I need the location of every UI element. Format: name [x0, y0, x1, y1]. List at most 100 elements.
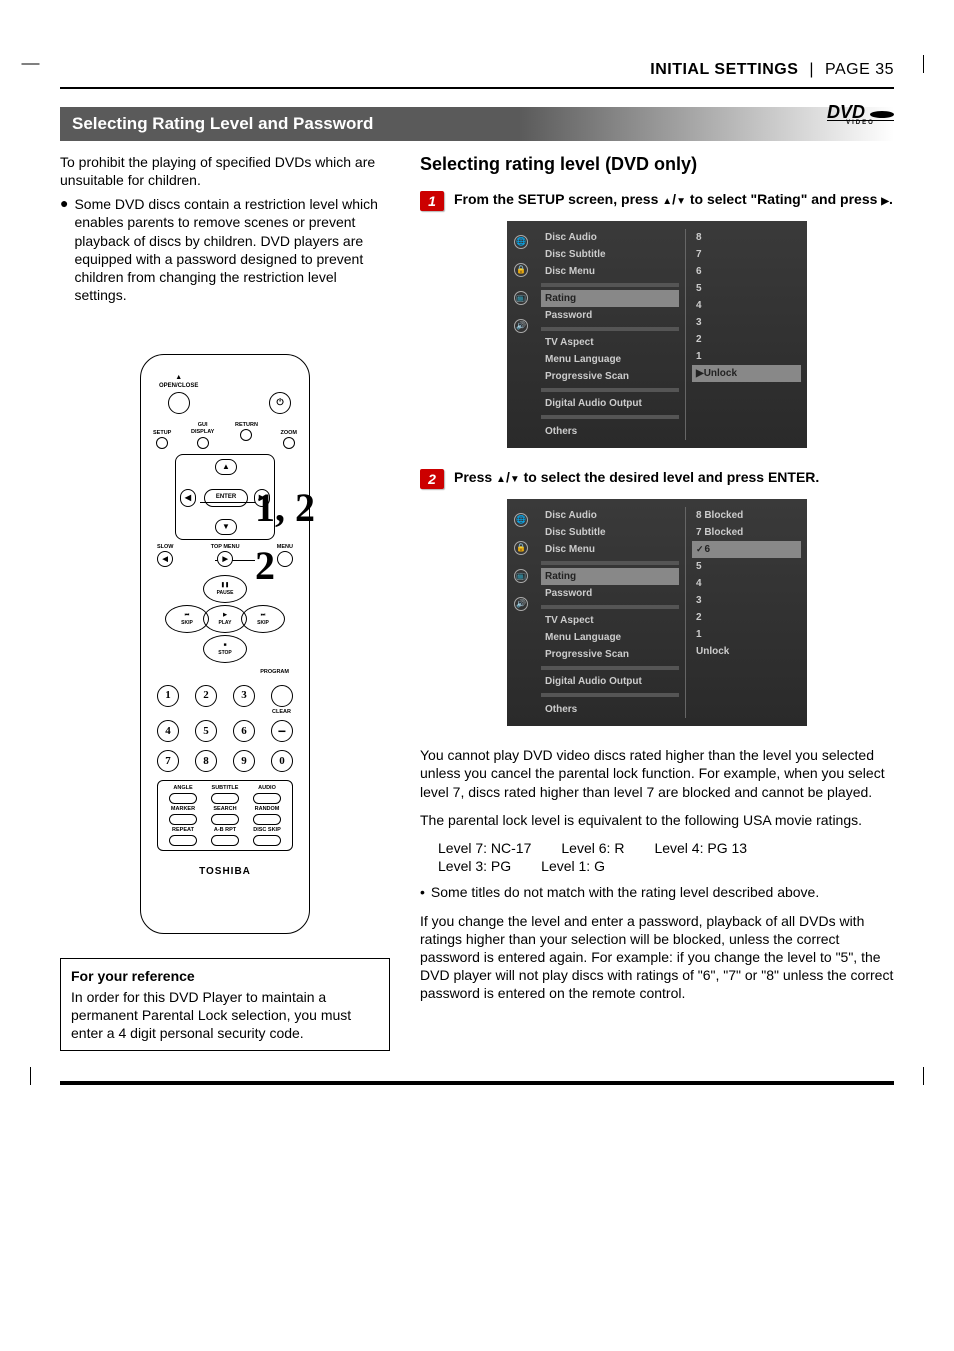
remote-zoom-button [283, 437, 295, 449]
bullet-dot-icon: ● [60, 195, 68, 304]
menu-label: Digital Audio Output [541, 673, 679, 690]
menu-icon-speaker: 🔊 [514, 597, 528, 611]
remote-random-label: RANDOM [255, 806, 280, 813]
remote-subtitle-label: SUBTITLE [212, 785, 239, 792]
title-text: Selecting Rating Level and Password [72, 114, 373, 133]
menu-value: 1 [692, 348, 801, 365]
remote-right-button: ▶ [254, 489, 270, 507]
remote-return-button [240, 429, 252, 441]
menu-value: 5 [692, 280, 801, 297]
menu-value: 3 [692, 314, 801, 331]
menu-value: 4 [692, 575, 801, 592]
title-bar: Selecting Rating Level and Password DVD … [60, 107, 894, 141]
remote-num-5: 5 [195, 720, 217, 742]
up-arrow-icon [662, 191, 672, 207]
remote-zoom-label: ZOOM [281, 430, 298, 437]
remote-discskip-button [253, 835, 281, 846]
menu-label: Rating [541, 568, 679, 585]
remote-brand: TOSHIBA [151, 865, 299, 878]
menu-value: 6 [692, 263, 801, 280]
menu-value: 6 [692, 541, 801, 558]
remote-marker-label: MARKER [171, 806, 195, 813]
remote-num-1: 1 [157, 685, 179, 707]
remote-gui-display-label: GUI DISPLAY [191, 422, 214, 436]
remote-transport-cluster: ❚❚PAUSE ⏮SKIP ▶PLAY ⏭SKIP ■STOP [165, 575, 285, 665]
remote-discskip-label: DISC SKIP [253, 827, 281, 834]
remote-return-label: RETURN [235, 422, 258, 429]
menu-label: Password [541, 585, 679, 602]
intro-bullet: ● Some DVD discs contain a restriction l… [60, 195, 390, 304]
menu-icon-tv: 📺 [514, 569, 528, 583]
remote-audio-button [253, 793, 281, 804]
remote-numpad: 1 2 3 CLEAR 4 5 6 − 7 [157, 685, 293, 772]
remote-num-2: 2 [195, 685, 217, 707]
reference-title: For your reference [71, 967, 379, 985]
ratings-row-2: Level 3: PG Level 1: G [420, 857, 894, 875]
remote-slow-button: ◀ [157, 551, 173, 567]
remote-num-8: 8 [195, 750, 217, 772]
up-arrow-icon [496, 469, 506, 485]
remote-num-9: 9 [233, 750, 255, 772]
menu-icon-lock: 🔒 [514, 263, 528, 277]
remote-dpad: ▲ ▼ ◀ ▶ ENTER [175, 454, 275, 540]
rating-level-3: Level 3: PG [438, 857, 511, 875]
remote-search-label: SEARCH [213, 806, 236, 813]
note-text: Some titles do not match with the rating… [431, 883, 819, 901]
remote-num-4: 4 [157, 720, 179, 742]
rating-level-6: Level 6: R [561, 839, 624, 857]
remote-subtitle-button [211, 793, 239, 804]
remote-marker-button [169, 814, 197, 825]
menu-value: 1 [692, 626, 801, 643]
menu-value: Unlock [692, 643, 801, 660]
menu-value: 4 [692, 297, 801, 314]
menu-label: Digital Audio Output [541, 395, 679, 412]
menu-label: Menu Language [541, 351, 679, 368]
dvd-logo-top: DVD [827, 102, 865, 122]
menu-icon-globe: 🌐 [514, 513, 528, 527]
rating-level-1: Level 1: G [541, 857, 605, 875]
menu-value: 8 Blocked [692, 507, 801, 524]
remote-open-close-button [168, 392, 190, 414]
down-arrow-icon [510, 469, 520, 485]
remote-clear-label: CLEAR [157, 709, 291, 716]
reference-body: In order for this DVD Player to maintain… [71, 988, 379, 1043]
step-2-badge: 2 [420, 469, 444, 489]
menu-value: 5 [692, 558, 801, 575]
remote-clear-button: − [271, 720, 293, 742]
remote-open-close-label: OPEN/CLOSE [159, 383, 198, 391]
menu-icon-speaker: 🔊 [514, 319, 528, 333]
menu-value: 7 Blocked [692, 524, 801, 541]
remote-menu-label: MENU [277, 544, 293, 551]
menu-others: Others [541, 423, 679, 440]
menu-others: Others [541, 701, 679, 718]
remote-setup-label: SETUP [153, 430, 171, 437]
remote-left-button: ◀ [180, 489, 196, 507]
menu-label: Menu Language [541, 629, 679, 646]
menu-value: 2 [692, 609, 801, 626]
reference-box: For your reference In order for this DVD… [60, 958, 390, 1051]
note-bullet: • Some titles do not match with the rati… [420, 883, 894, 901]
remote-repeat-label: REPEAT [172, 827, 194, 834]
step-1-text: From the SETUP screen, press / to select… [454, 190, 893, 208]
right-arrow-icon [881, 191, 889, 207]
menu-label: Disc Menu [541, 263, 679, 280]
osd-menu-1: 🌐 🔒 📺 🔊 Disc AudioDisc SubtitleDisc Menu… [507, 221, 807, 448]
remote-topmenu-label: TOP MENU [211, 544, 240, 551]
menu-label: Password [541, 307, 679, 324]
remote-skip-next-button: ⏭SKIP [241, 605, 285, 633]
step-2: 2 Press / to select the desired level an… [420, 468, 894, 489]
remote-menu-button [277, 551, 293, 567]
menu-value: 7 [692, 246, 801, 263]
remote-pause-button: ❚❚PAUSE [203, 575, 247, 603]
step-2-text: Press / to select the desired level and … [454, 468, 819, 486]
explain-para-1: You cannot play DVD video discs rated hi… [420, 746, 894, 801]
menu-label: Disc Subtitle [541, 246, 679, 263]
remote-control-diagram: ▲ OPEN/CLOSE ⏻ SETUP [140, 354, 310, 934]
remote-slow-label: SLOW [157, 544, 174, 551]
dvd-video-logo: DVD VIDEO [827, 105, 894, 126]
menu-label: Disc Audio [541, 507, 679, 524]
remote-aux-grid: ANGLE SUBTITLE AUDIO MARKER SEARCH RANDO… [157, 780, 293, 851]
remote-program-button [271, 685, 293, 707]
menu-icon-lock: 🔒 [514, 541, 528, 555]
osd-menu-2: 🌐 🔒 📺 🔊 Disc AudioDisc SubtitleDisc Menu… [507, 499, 807, 726]
